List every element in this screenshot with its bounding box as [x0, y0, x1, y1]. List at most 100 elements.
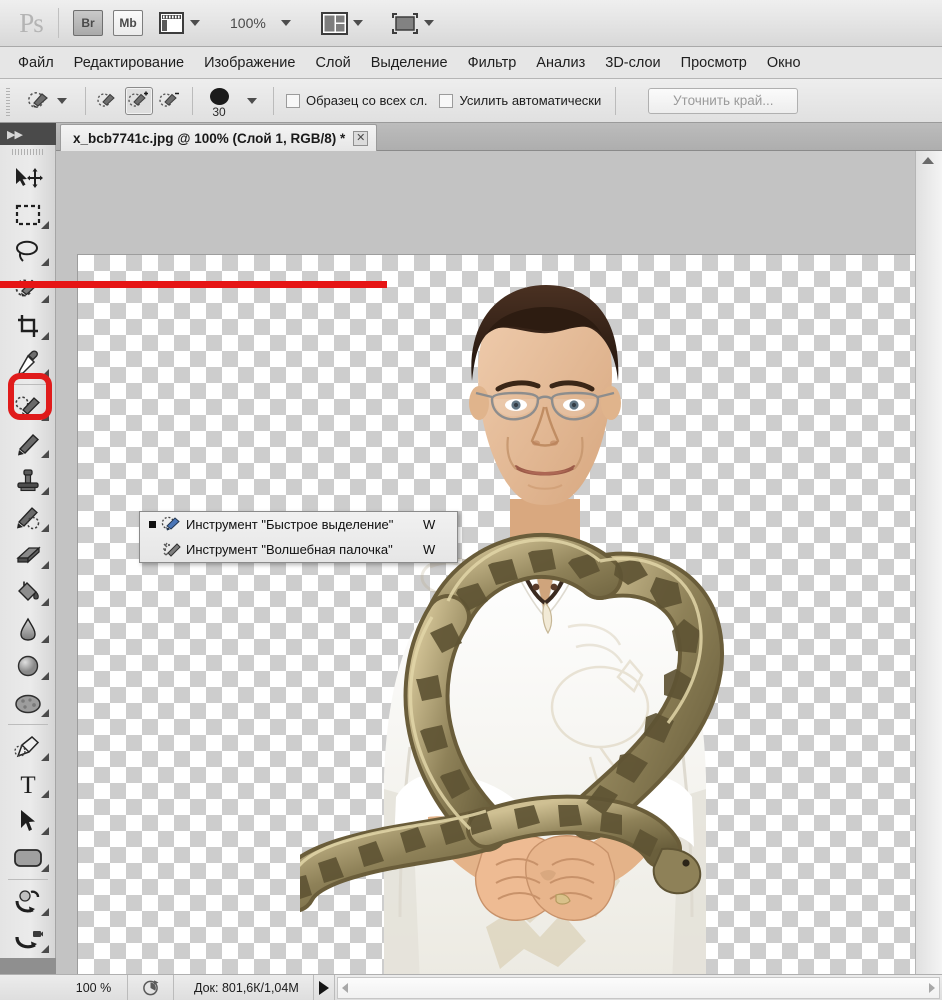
- divider: [58, 8, 59, 38]
- man-with-python-snake-photo: [300, 277, 790, 974]
- photo-artwork: [300, 285, 724, 974]
- quick-selection-tool[interactable]: [2, 270, 54, 307]
- menu-window[interactable]: Окно: [757, 51, 811, 75]
- lasso-tool-icon: [16, 240, 38, 262]
- screen-mode-button[interactable]: [389, 8, 436, 38]
- menu-analysis[interactable]: Анализ: [526, 51, 595, 75]
- sample-all-layers-checkbox-row[interactable]: Образец со всех сл.: [286, 93, 427, 108]
- flyout-item-quick-selection[interactable]: Инструмент "Быстрое выделение" W: [140, 512, 457, 537]
- rectangular-marquee-tool[interactable]: [2, 196, 54, 233]
- path-selection-icon: [21, 809, 35, 831]
- paint-bucket-icon: [18, 581, 39, 601]
- menu-view[interactable]: Просмотр: [671, 51, 757, 75]
- spot-healing-brush-tool[interactable]: [2, 388, 54, 425]
- eraser-tool[interactable]: [2, 536, 54, 573]
- tools-panel-grip[interactable]: [12, 149, 44, 155]
- launch-bridge-button[interactable]: Br: [73, 10, 103, 36]
- launch-mini-bridge-button[interactable]: Mb: [113, 10, 143, 36]
- application-bar: Ps Br Mb 100%: [0, 0, 942, 47]
- close-icon[interactable]: ✕: [353, 130, 369, 146]
- menu-file[interactable]: Файл: [8, 51, 64, 75]
- flyout-indicator-icon: [41, 413, 49, 421]
- document-tab[interactable]: x_bcb7741c.jpg @ 100% (Слой 1, RGB/8) * …: [60, 124, 378, 151]
- menu-edit[interactable]: Редактирование: [64, 51, 194, 75]
- flyout-indicator-icon: [41, 864, 49, 872]
- path-selection-tool[interactable]: [2, 802, 54, 839]
- menu-select[interactable]: Выделение: [361, 51, 458, 75]
- status-expand-button[interactable]: [312, 974, 335, 1000]
- blur-tool[interactable]: [2, 647, 54, 684]
- selection-mode-add-button[interactable]: [125, 86, 153, 115]
- scroll-left-icon[interactable]: [341, 982, 348, 993]
- scroll-up-icon[interactable]: [922, 157, 934, 164]
- sample-all-layers-checkbox[interactable]: [286, 93, 300, 108]
- menu-3d[interactable]: 3D-слои: [595, 51, 670, 75]
- auto-enhance-checkbox-row[interactable]: Усилить автоматически: [439, 93, 601, 108]
- rounded-rectangle-icon: [14, 848, 42, 867]
- flyout-indicator-icon: [41, 450, 49, 458]
- type-tool[interactable]: T: [2, 765, 54, 802]
- flyout-indicator-icon: [41, 221, 49, 229]
- flyout-indicator-icon: [41, 827, 49, 835]
- flyout-indicator-icon: [41, 908, 49, 916]
- 3d-orbit-camera-tool[interactable]: [2, 920, 54, 957]
- 3d-rotate-tool[interactable]: [2, 883, 54, 920]
- pen-tool[interactable]: [2, 728, 54, 765]
- selection-mode-new-button[interactable]: [94, 87, 122, 115]
- quick-selection-tool-icon: [158, 515, 186, 535]
- scroll-right-icon[interactable]: [929, 982, 935, 993]
- dodge-tool[interactable]: [2, 684, 54, 721]
- quick-selection-flyout-menu[interactable]: Инструмент "Быстрое выделение" W Инструм…: [139, 511, 458, 563]
- tools-divider: [8, 384, 48, 385]
- menu-image[interactable]: Изображение: [194, 51, 305, 75]
- paint-bucket-tool[interactable]: [2, 573, 54, 610]
- zoom-level-field[interactable]: 100 %: [60, 974, 128, 1000]
- move-tool[interactable]: [2, 159, 54, 196]
- document-window: Инструмент "Быстрое выделение" W Инструм…: [56, 151, 915, 974]
- 3d-rotate-icon: [15, 889, 40, 912]
- menu-layer[interactable]: Слой: [305, 51, 360, 75]
- timing-indicator[interactable]: [128, 974, 174, 1000]
- gradient-tool[interactable]: [2, 610, 54, 647]
- dodge-tool-icon: [15, 694, 41, 713]
- brush-picker-chevron-down-icon[interactable]: [247, 97, 257, 104]
- crop-tool[interactable]: [2, 307, 54, 344]
- auto-enhance-checkbox[interactable]: [439, 93, 454, 108]
- image-canvas[interactable]: Инструмент "Быстрое выделение" W Инструм…: [78, 255, 915, 974]
- rounded-rectangle-shape-tool[interactable]: [2, 839, 54, 876]
- zoom-level-dropdown[interactable]: 100%: [206, 8, 293, 38]
- chevron-down-icon: [352, 20, 363, 26]
- flyout-indicator-icon: [41, 598, 49, 606]
- vertical-scrollbar[interactable]: [915, 151, 942, 974]
- history-brush-tool[interactable]: [2, 499, 54, 536]
- flyout-indicator-icon: [41, 635, 49, 643]
- status-bar: 100 % Док: 801,6К/1,04М: [0, 974, 942, 1000]
- arrange-documents-button[interactable]: [319, 8, 365, 38]
- menu-filter[interactable]: Фильтр: [458, 51, 527, 75]
- view-extras-button[interactable]: [157, 8, 202, 38]
- eyedropper-tool-icon: [17, 349, 38, 375]
- selection-mode-subtract-button[interactable]: [156, 87, 184, 115]
- red-underline-annotation: [0, 281, 387, 288]
- tool-preset-picker[interactable]: [24, 86, 69, 116]
- chevron-down-icon: [190, 20, 200, 26]
- eyedropper-tool[interactable]: [2, 344, 54, 381]
- horizontal-scrollbar[interactable]: [336, 976, 940, 999]
- rectangular-marquee-icon: [15, 204, 41, 225]
- clone-stamp-tool[interactable]: [2, 462, 54, 499]
- chevron-down-icon: [280, 20, 291, 26]
- flyout-item-label: Инструмент "Волшебная палочка": [186, 542, 393, 557]
- flyout-item-magic-wand[interactable]: Инструмент "Волшебная палочка" W: [140, 537, 457, 562]
- selected-bullet-icon: [146, 521, 158, 528]
- collapse-panel-icon[interactable]: ▶▶: [0, 123, 56, 145]
- refine-edge-button[interactable]: Уточнить край...: [648, 87, 799, 114]
- menu-bar: Файл Редактирование Изображение Слой Выд…: [0, 47, 942, 79]
- brush-tool[interactable]: [2, 425, 54, 462]
- arrange-documents-icon: [320, 11, 348, 35]
- lasso-tool[interactable]: [2, 233, 54, 270]
- flyout-item-shortcut: W: [423, 542, 436, 557]
- options-bar-grip[interactable]: [4, 85, 14, 116]
- divider: [273, 86, 274, 115]
- divider: [85, 86, 86, 115]
- brush-size-preview[interactable]: 30: [201, 84, 237, 119]
